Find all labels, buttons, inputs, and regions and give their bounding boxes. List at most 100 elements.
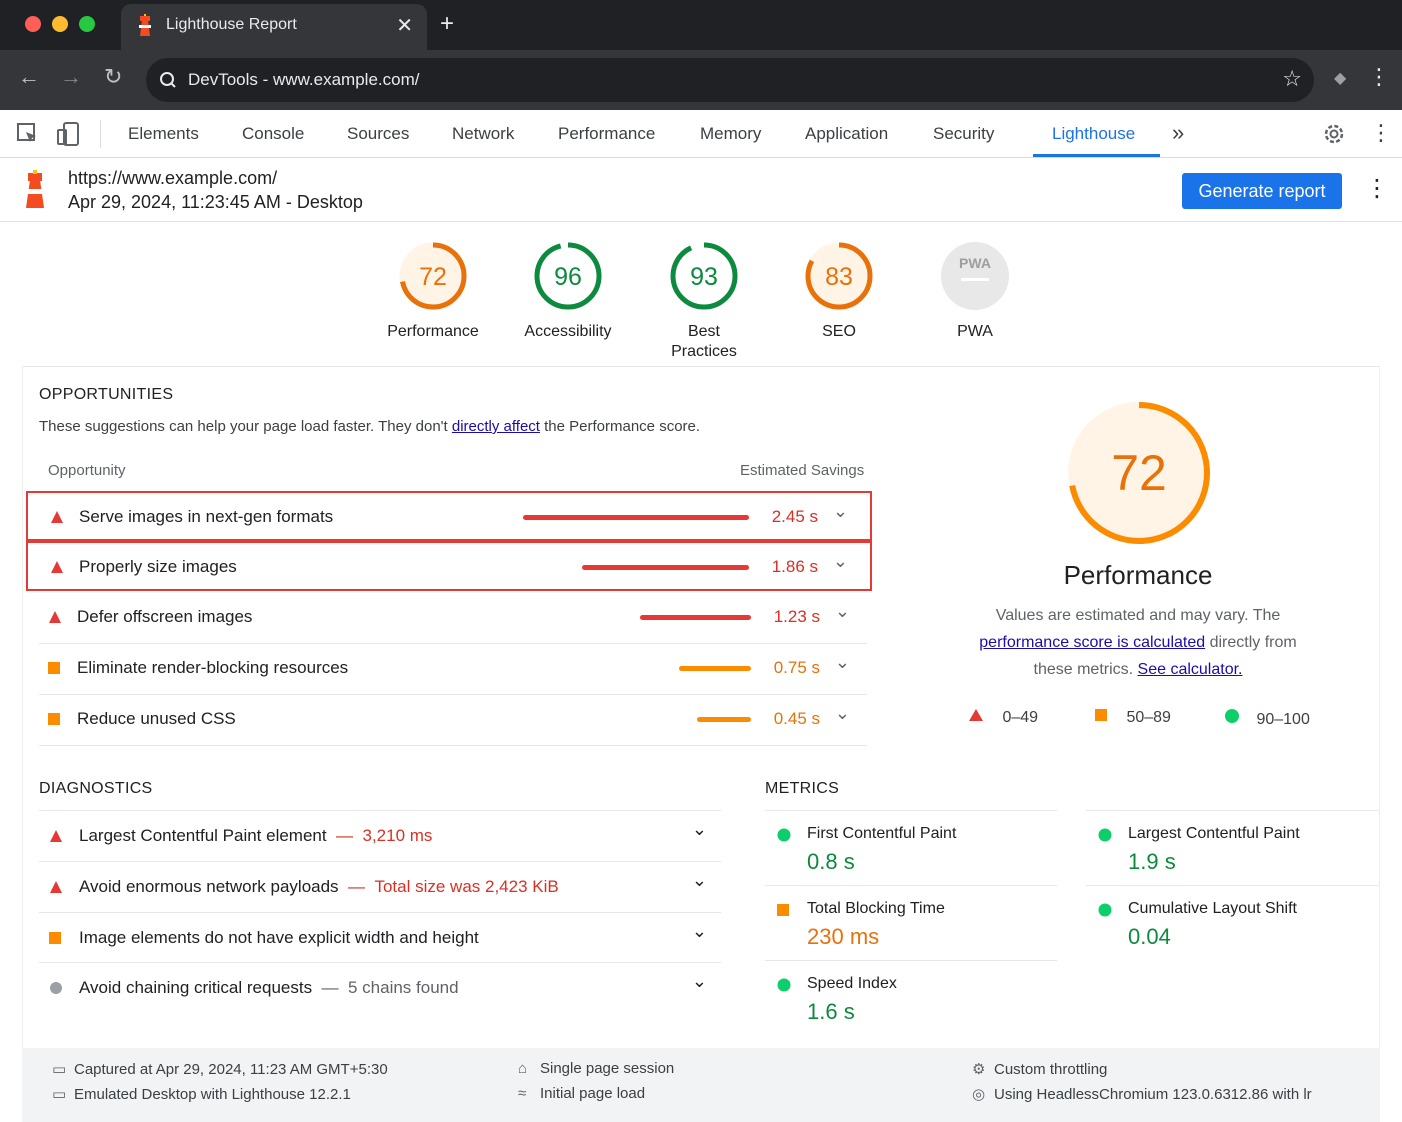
savings-column-header: Estimated Savings	[740, 462, 865, 479]
inspect-element-icon[interactable]	[16, 122, 40, 151]
forward-icon[interactable]: →	[60, 64, 82, 90]
savings-value: 0.45 s	[773, 709, 820, 728]
performance-title: Performance	[1063, 560, 1213, 590]
expand-chevron-icon[interactable]: ⌄	[692, 870, 707, 891]
gauge-accessibility[interactable]: 96 Accessibility	[503, 240, 633, 342]
extension-icon[interactable]: ◆	[1334, 68, 1346, 88]
average-square-icon	[48, 713, 60, 725]
performance-score: 72	[1111, 445, 1167, 501]
minimize-window-button[interactable]	[52, 16, 68, 32]
back-icon[interactable]: ←	[18, 64, 40, 90]
bookmark-star-icon[interactable]: ☆	[1282, 66, 1302, 92]
severity-icon	[50, 510, 64, 529]
generate-report-button[interactable]: Generate report	[1182, 173, 1342, 209]
expand-chevron-icon[interactable]: ⌄	[692, 971, 707, 992]
diagnostic-title: Avoid chaining critical requests — 5 cha…	[79, 978, 459, 997]
opportunity-row[interactable]: Reduce unused CSS 0.45 s ⌄	[26, 695, 872, 745]
expand-chevron-icon[interactable]: ⌄	[833, 551, 848, 572]
perf-desc-line3: these metrics.	[1033, 661, 1138, 678]
severity-icon	[48, 661, 60, 679]
metric-name: Speed Index	[807, 975, 897, 992]
savings-bar	[523, 515, 749, 520]
average-square-icon	[1095, 709, 1107, 721]
legend-average: 50–89	[1094, 708, 1171, 727]
browser-icon: ◎	[972, 1086, 986, 1103]
severity-icon	[1098, 903, 1112, 922]
metric-cumulative-layout-shift: Cumulative Layout Shift 0.04	[1086, 885, 1378, 960]
tab-memory[interactable]: Memory	[700, 124, 761, 144]
device-toolbar-icon[interactable]	[56, 122, 82, 151]
info-circle-icon	[50, 982, 62, 994]
score-calculated-link[interactable]: performance score is calculated	[979, 634, 1205, 651]
diagnostic-row[interactable]: Largest Contentful Paint element — 3,210…	[39, 810, 721, 860]
severity-icon	[777, 828, 791, 847]
gauge-label: SEO	[822, 323, 856, 340]
gauge-pwa[interactable]: PWA PWA	[910, 240, 1040, 342]
metric-name: First Contentful Paint	[807, 825, 957, 842]
new-tab-button[interactable]: +	[440, 10, 454, 38]
report-footer: ▭ Captured at Apr 29, 2024, 11:23 AM GMT+…	[22, 1048, 1380, 1122]
address-bar[interactable]: DevTools - www.example.com/ ☆	[146, 58, 1314, 102]
expand-chevron-icon[interactable]: ⌄	[833, 501, 848, 522]
metric-value: 0.04	[1128, 924, 1171, 949]
gauge-score: PWA	[959, 255, 991, 271]
expand-chevron-icon[interactable]: ⌄	[835, 601, 850, 622]
gauge-label: Performance	[387, 323, 479, 340]
savings-bar	[697, 717, 751, 722]
diagnostic-row[interactable]: Avoid enormous network payloads — Total …	[39, 861, 721, 911]
devtools-menu-icon[interactable]: ⋮	[1370, 120, 1392, 146]
browser-tab[interactable]: Lighthouse Report ✕	[121, 4, 427, 50]
gauge-performance[interactable]: 72 Performance	[368, 240, 498, 342]
tab-security[interactable]: Security	[933, 124, 994, 144]
opportunity-row[interactable]: Eliminate render-blocking resources 0.75…	[26, 644, 872, 694]
browser-menu-icon[interactable]: ⋮	[1368, 64, 1390, 90]
report-menu-icon[interactable]: ⋮	[1365, 174, 1389, 203]
opportunity-title: Eliminate render-blocking resources	[77, 658, 349, 677]
opportunity-row[interactable]: Defer offscreen images 1.23 s ⌄	[26, 593, 872, 643]
tab-network[interactable]: Network	[452, 124, 514, 144]
report-date: Apr 29, 2024, 11:23:45 AM - Desktop	[68, 192, 363, 212]
fail-triangle-icon	[50, 830, 62, 842]
see-calculator-link[interactable]: See calculator.	[1138, 661, 1243, 678]
expand-chevron-icon[interactable]: ⌄	[692, 819, 707, 840]
tab-sources[interactable]: Sources	[347, 124, 409, 144]
score-ring: 93	[670, 242, 738, 310]
active-tab-indicator	[1033, 154, 1160, 157]
tab-lighthouse[interactable]: Lighthouse	[1052, 124, 1135, 144]
average-square-icon	[48, 662, 60, 674]
expand-chevron-icon[interactable]: ⌄	[692, 921, 707, 942]
severity-icon	[49, 931, 61, 949]
diagnostic-row[interactable]: Image elements do not have explicit widt…	[39, 912, 721, 962]
directly-affect-link[interactable]: directly affect	[452, 418, 540, 435]
close-window-button[interactable]	[25, 16, 41, 32]
reload-icon[interactable]: ↻	[104, 64, 122, 90]
tab-title: Lighthouse Report	[166, 16, 297, 33]
performance-description: Values are estimated and may vary. The p…	[960, 602, 1316, 683]
site-info-icon[interactable]	[158, 70, 178, 95]
tab-performance[interactable]: Performance	[558, 124, 655, 144]
opportunity-row[interactable]: Serve images in next-gen formats 2.45 s …	[26, 491, 872, 541]
tab-application[interactable]: Application	[805, 124, 888, 144]
opportunity-row[interactable]: Properly size images 1.86 s ⌄	[26, 541, 872, 591]
diagnostic-row[interactable]: Avoid chaining critical requests — 5 cha…	[39, 962, 721, 1012]
pwa-badge-icon: PWA	[941, 242, 1009, 310]
address-text: DevTools - www.example.com/	[188, 70, 420, 89]
tab-console[interactable]: Console	[242, 124, 304, 144]
expand-chevron-icon[interactable]: ⌄	[835, 652, 850, 673]
toolbar-divider	[100, 120, 101, 148]
captured-info: ▭ Captured at Apr 29, 2024, 11:23 AM GMT+…	[52, 1060, 388, 1078]
more-tabs-icon[interactable]: »	[1172, 120, 1184, 146]
settings-gear-icon[interactable]	[1322, 122, 1346, 151]
row-divider	[39, 745, 867, 746]
maximize-window-button[interactable]	[79, 16, 95, 32]
close-tab-icon[interactable]: ✕	[396, 13, 413, 38]
perf-desc-line2: directly from	[1205, 634, 1297, 651]
tab-elements[interactable]: Elements	[128, 124, 199, 144]
opportunity-title: Defer offscreen images	[77, 607, 253, 626]
expand-chevron-icon[interactable]: ⌄	[835, 703, 850, 724]
metric-total-blocking-time: Total Blocking Time 230 ms	[765, 885, 1057, 960]
browser-toolbar: ← → ↻ DevTools - www.example.com/ ☆ ◆ ⋮	[0, 50, 1402, 110]
fail-triangle-icon	[50, 881, 62, 893]
gauge-best-practices[interactable]: 93 Best Practices	[639, 240, 769, 362]
gauge-seo[interactable]: 83 SEO	[774, 240, 904, 342]
